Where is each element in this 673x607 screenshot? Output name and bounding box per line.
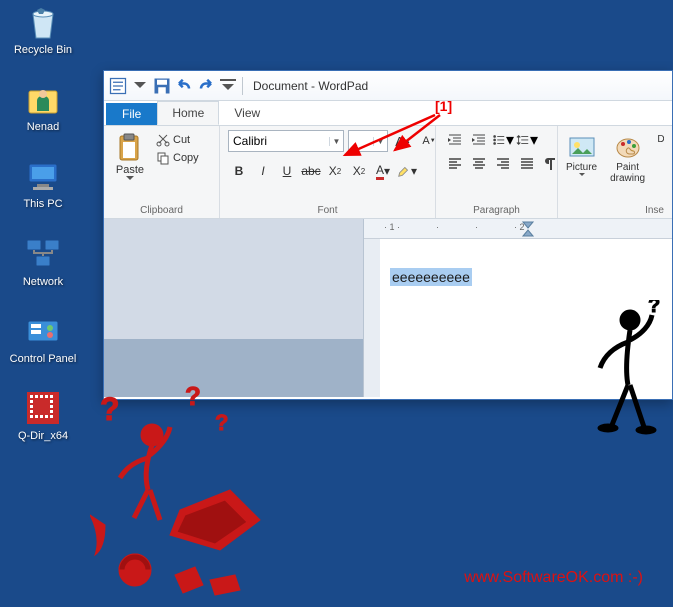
insert-group-label: Inse: [566, 203, 664, 216]
align-left-button[interactable]: [444, 154, 466, 174]
qat-customize[interactable]: [218, 76, 238, 96]
svg-text:?: ?: [185, 381, 201, 411]
ruler[interactable]: · 1 · · · · 2 ·: [364, 219, 672, 239]
redo-button[interactable]: [196, 76, 216, 96]
grow-font-button[interactable]: A▲: [392, 130, 414, 152]
bold-button[interactable]: B: [228, 160, 250, 182]
align-center-button[interactable]: [468, 154, 490, 174]
font-group-label: Font: [228, 203, 427, 216]
justify-button[interactable]: [516, 154, 538, 174]
undo-button[interactable]: [174, 76, 194, 96]
cut-button[interactable]: Cut: [154, 132, 201, 148]
underline-button[interactable]: U: [276, 160, 298, 182]
paste-button[interactable]: Paste: [112, 130, 148, 182]
user-folder[interactable]: Nenad: [8, 79, 78, 134]
font-family-combo[interactable]: ▼: [228, 130, 344, 152]
app-icon: [108, 76, 128, 96]
align-right-button[interactable]: [492, 154, 514, 174]
titlebar[interactable]: Document - WordPad: [104, 71, 672, 101]
this-pc[interactable]: This PC: [8, 156, 78, 211]
paragraph-group-label: Paragraph: [444, 203, 549, 216]
network[interactable]: Network: [8, 234, 78, 289]
decrease-indent-button[interactable]: [444, 130, 466, 150]
save-button[interactable]: [152, 76, 172, 96]
svg-text:?: ?: [100, 391, 120, 427]
recycle-bin[interactable]: Recycle Bin: [8, 2, 78, 57]
computer-icon: [23, 156, 63, 196]
indent-marker-icon[interactable]: [522, 221, 534, 237]
subscript-button[interactable]: X2: [324, 160, 346, 182]
file-tab[interactable]: File: [106, 103, 157, 125]
font-family-input[interactable]: [229, 134, 329, 148]
qdir-icon: [23, 388, 63, 428]
copy-button[interactable]: Copy: [154, 150, 201, 166]
increase-indent-button[interactable]: [468, 130, 490, 150]
control-panel-icon: [23, 311, 63, 351]
watermark-text: www.SoftwareOK.com :-): [464, 569, 643, 587]
qdir-app[interactable]: Q-Dir_x64: [8, 388, 78, 443]
font-color-button[interactable]: A▾: [372, 160, 394, 182]
chevron-down-icon[interactable]: ▼: [373, 137, 387, 146]
strikethrough-button[interactable]: abc: [300, 160, 322, 182]
clipboard-group-label: Clipboard: [112, 203, 211, 216]
chevron-down-icon[interactable]: ▼: [329, 137, 343, 146]
home-tab[interactable]: Home: [157, 101, 219, 125]
font-size-input[interactable]: [349, 134, 373, 148]
black-sketch-figure: ?: [588, 300, 668, 445]
picture-button[interactable]: Picture: [566, 134, 597, 184]
ribbon: Paste Cut Copy Clipboard ▼: [104, 125, 672, 219]
font-size-combo[interactable]: ▼: [348, 130, 388, 152]
selected-text[interactable]: eeeeeeeeee: [390, 268, 472, 286]
svg-text:?: ?: [648, 300, 660, 317]
cut-off-button[interactable]: D: [658, 134, 664, 184]
view-tab[interactable]: View: [219, 101, 275, 125]
user-icon: [23, 79, 63, 119]
line-spacing-button[interactable]: ▾: [516, 130, 538, 150]
red-sketch-figure: ? ? ?: [90, 380, 310, 605]
left-margin-area: [104, 219, 364, 397]
window-title: Document - WordPad: [253, 79, 368, 93]
superscript-button[interactable]: X2: [348, 160, 370, 182]
bullets-button[interactable]: ▾: [492, 130, 514, 150]
control-panel[interactable]: Control Panel: [8, 311, 78, 366]
qat-dropdown[interactable]: [130, 76, 150, 96]
svg-text:?: ?: [215, 410, 228, 435]
highlight-button[interactable]: ▾: [396, 160, 418, 182]
recycle-bin-icon: [23, 2, 63, 42]
paint-drawing-button[interactable]: Paint drawing: [605, 134, 650, 184]
network-icon: [23, 234, 63, 274]
italic-button[interactable]: I: [252, 160, 274, 182]
